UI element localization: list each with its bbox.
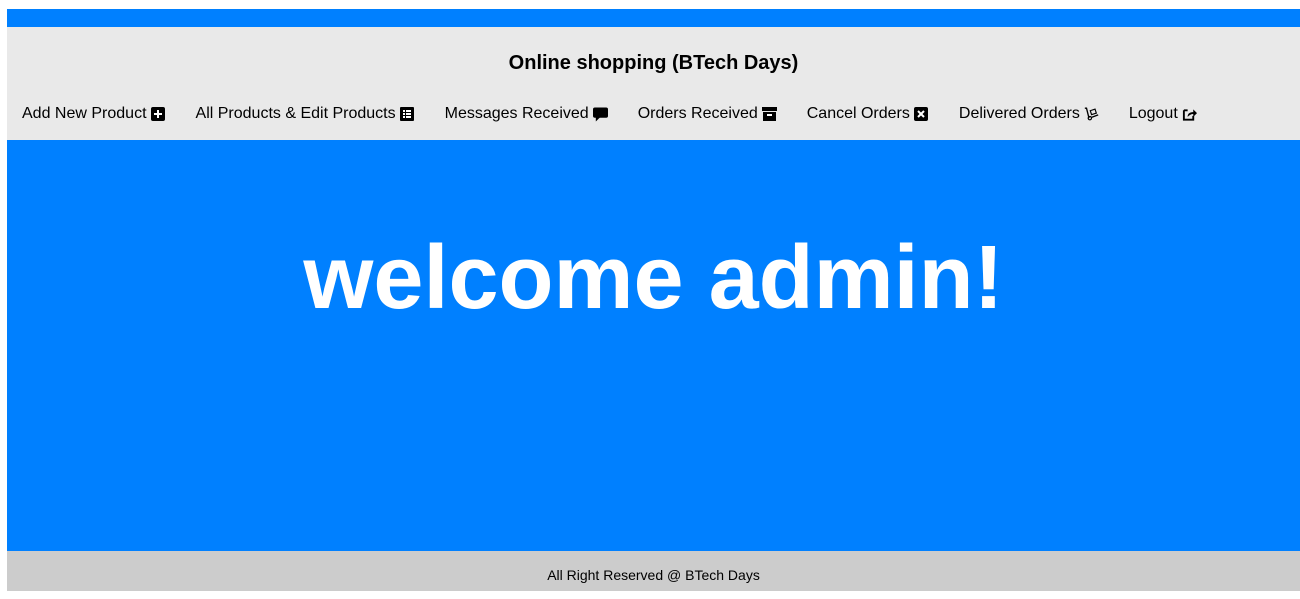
nav-item-orders-received[interactable]: Orders Received bbox=[638, 105, 777, 123]
nav-item-label: Messages Received bbox=[444, 105, 589, 122]
comment-icon bbox=[592, 106, 608, 122]
site-title: Online shopping (BTech Days) bbox=[508, 52, 799, 74]
nav-bar: Add New Product All Products & Edit Prod… bbox=[22, 105, 1197, 123]
nav-item-label: All Products & Edit Products bbox=[195, 105, 396, 122]
nav-item-messages-received[interactable]: Messages Received bbox=[445, 105, 608, 123]
nav-item-delivered-orders[interactable]: Delivered Orders bbox=[959, 105, 1099, 123]
nav-item-label: Orders Received bbox=[637, 105, 758, 122]
close-square-icon bbox=[914, 107, 929, 122]
welcome-heading: welcome admin! bbox=[303, 228, 1004, 328]
share-square-icon bbox=[1182, 107, 1197, 122]
nav-item-all-products[interactable]: All Products & Edit Products bbox=[196, 105, 415, 123]
nav-item-cancel-orders[interactable]: Cancel Orders bbox=[807, 105, 929, 123]
footer: All Right Reserved @ BTech Days bbox=[7, 551, 1300, 591]
top-accent-bar bbox=[7, 9, 1300, 27]
nav-item-label: Add New Product bbox=[22, 105, 147, 122]
welcome-banner: welcome admin! bbox=[7, 140, 1300, 551]
dolly-icon bbox=[1084, 107, 1099, 122]
nav-item-label: Logout bbox=[1128, 105, 1178, 122]
list-alt-icon bbox=[400, 107, 415, 122]
header: Online shopping (BTech Days) Add New Pro… bbox=[7, 27, 1300, 140]
archive-icon bbox=[761, 107, 777, 122]
nav-item-label: Delivered Orders bbox=[958, 105, 1080, 122]
nav-item-add-new-product[interactable]: Add New Product bbox=[22, 105, 166, 123]
nav-item-logout[interactable]: Logout bbox=[1129, 105, 1197, 123]
page-frame: Online shopping (BTech Days) Add New Pro… bbox=[7, 9, 1300, 591]
plus-square-icon bbox=[151, 107, 166, 122]
footer-text: All Right Reserved @ BTech Days bbox=[547, 567, 760, 583]
nav-item-label: Cancel Orders bbox=[806, 105, 910, 122]
